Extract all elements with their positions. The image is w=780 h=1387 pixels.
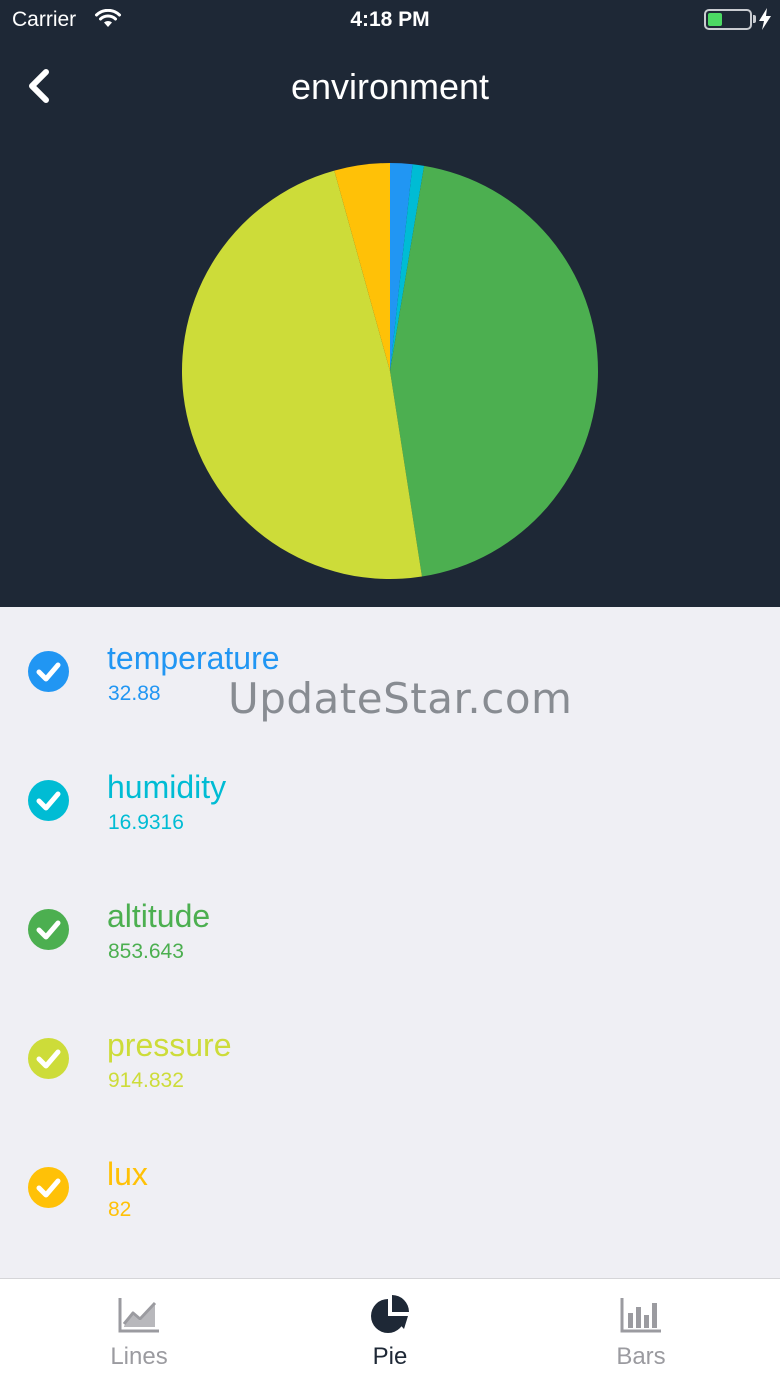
battery-nub — [753, 15, 756, 23]
check-circle-icon — [28, 780, 69, 821]
legend-item-lux[interactable]: lux 82 — [0, 1123, 780, 1233]
clock: 4:18 PM — [350, 8, 430, 31]
watermark-text: UpdateStar.com — [228, 674, 573, 723]
series-value: 32.88 — [108, 682, 161, 705]
tab-pie[interactable]: Pie — [260, 1279, 520, 1387]
series-name: altitude — [107, 898, 211, 934]
bar-chart-icon — [620, 1298, 661, 1333]
series-value: 16.9316 — [108, 811, 184, 834]
tab-lines[interactable]: Lines — [9, 1279, 269, 1387]
series-value: 82 — [108, 1198, 132, 1221]
tab-bar: Lines Pie Bars — [0, 1278, 780, 1387]
navigation-bar: environment — [0, 44, 780, 132]
tab-label: Lines — [110, 1343, 168, 1370]
tab-label: Pie — [372, 1343, 408, 1370]
series-value: 853.643 — [108, 940, 184, 963]
charging-bolt-icon — [759, 8, 771, 30]
check-circle-icon — [28, 651, 69, 692]
status-bar: Carrier 4:18 PM — [0, 0, 780, 40]
check-circle-icon — [28, 1167, 69, 1208]
line-chart-icon — [118, 1298, 159, 1333]
legend-item-humidity[interactable]: humidity 16.9316 — [0, 736, 780, 846]
series-value: 914.832 — [108, 1069, 184, 1092]
pie-chart — [181, 163, 599, 579]
page-title: environment — [290, 66, 490, 107]
series-name: pressure — [107, 1027, 232, 1063]
tab-label: Bars — [616, 1343, 666, 1370]
check-circle-icon — [28, 909, 69, 950]
battery-icon — [704, 9, 752, 30]
series-name: humidity — [107, 769, 227, 805]
series-name: lux — [107, 1156, 148, 1192]
legend-item-altitude[interactable]: altitude 853.643 — [0, 865, 780, 975]
pie-slice-altitude — [390, 165, 599, 577]
series-name: temperature — [107, 640, 280, 676]
pie-chart-icon — [371, 1295, 409, 1333]
tab-bars[interactable]: Bars — [511, 1279, 771, 1387]
legend-item-pressure[interactable]: pressure 914.832 — [0, 994, 780, 1104]
check-circle-icon — [28, 1038, 69, 1079]
header-area: Carrier 4:18 PM environment — [0, 0, 780, 607]
